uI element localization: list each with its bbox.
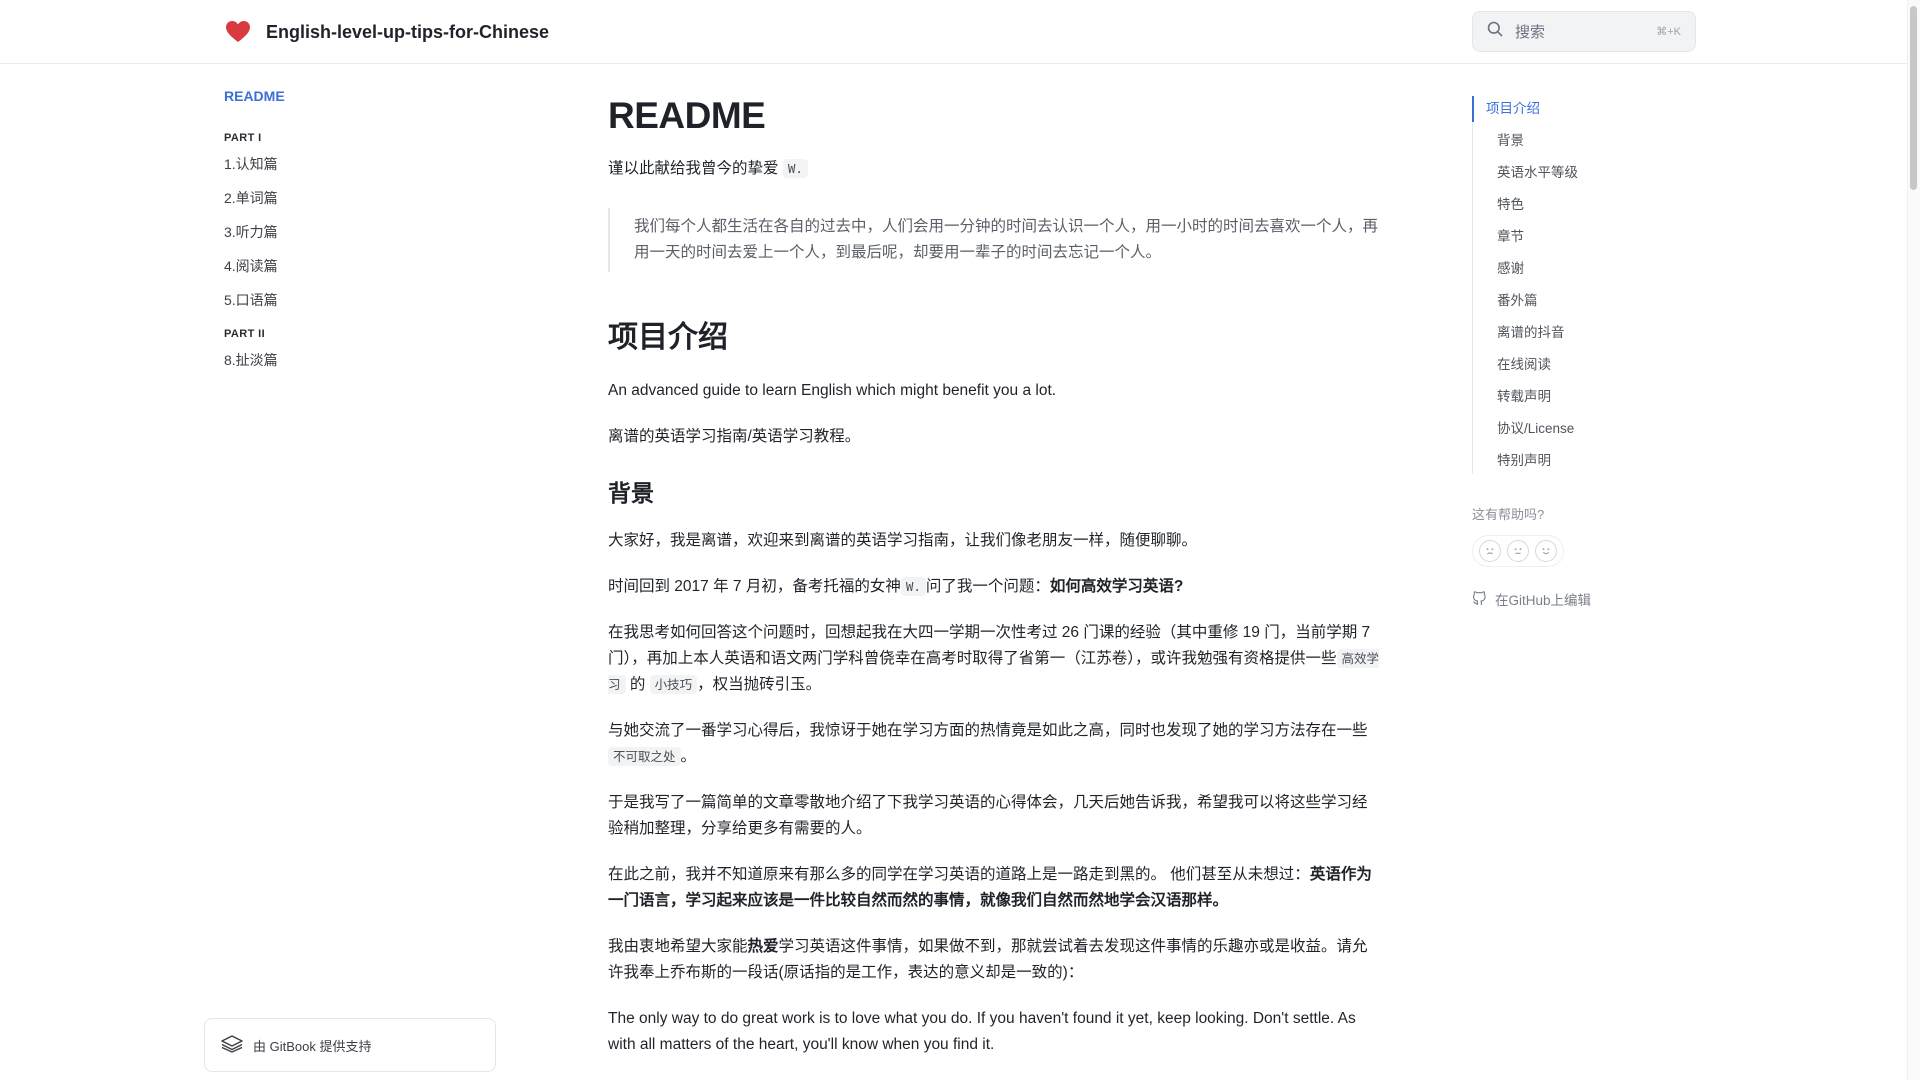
intro-english: An advanced guide to learn English which… <box>608 382 1057 399</box>
toc-item-license[interactable]: 协议/License <box>1473 416 1692 442</box>
toc-item-douyin[interactable]: 离谱的抖音 <box>1473 320 1692 346</box>
vertical-scrollbar[interactable] <box>1907 0 1920 1080</box>
dedication-text: 谨以此献给我曾今的挚爱 <box>608 160 779 177</box>
helpful-prompt: 这有帮助吗? <box>1472 507 1545 522</box>
brand[interactable]: English-level-up-tips-for-Chinese <box>224 15 549 49</box>
toc-item-thanks[interactable]: 感谢 <box>1473 256 1692 282</box>
toc-item-chapters[interactable]: 章节 <box>1473 224 1692 250</box>
toc-item-special-notice[interactable]: 特别声明 <box>1473 448 1692 474</box>
sidebar-item-vocabulary[interactable]: 2.单词篇 <box>224 188 494 208</box>
dedication: 谨以此献给我曾今的挚爱 W. <box>608 156 1380 182</box>
toc-item-levels[interactable]: 英语水平等级 <box>1473 160 1692 186</box>
text-span: 。 <box>680 748 697 765</box>
text-span: ，权当抛砖引玉。 <box>697 676 822 693</box>
sad-face-icon[interactable] <box>1479 540 1501 562</box>
heart-icon <box>224 18 252 46</box>
sidebar-item-readme[interactable]: README <box>224 86 494 106</box>
inline-code: W. <box>900 577 926 596</box>
edit-on-github-link[interactable]: 在GitHub上编辑 <box>1472 589 1692 609</box>
paragraph: 在此之前，我并不知道原来有那么多的同学在学习英语的道路上是一路走到黑的。 他们甚… <box>608 862 1380 914</box>
sidebar-item-speaking[interactable]: 5.口语篇 <box>224 290 494 310</box>
edit-label: 在GitHub上编辑 <box>1495 593 1592 608</box>
toc-item-background[interactable]: 背景 <box>1473 128 1692 154</box>
github-icon <box>1472 590 1487 608</box>
paragraph: 我由衷地希望大家能热爱学习英语这件事情，如果做不到，那就尝试着去发现这件事情的乐… <box>608 934 1380 986</box>
neutral-face-icon[interactable] <box>1507 540 1529 562</box>
section-heading-intro: 项目介绍 <box>608 321 728 354</box>
section-heading-background: 背景 <box>608 480 654 506</box>
inline-code: 小技巧 <box>649 675 698 694</box>
happy-face-icon[interactable] <box>1535 540 1557 562</box>
paragraph: 在我思考如何回答这个问题时，回想起我在大四一学期一次性考过 26 门课的经验（其… <box>608 620 1380 698</box>
toc-list: 项目介绍 背景 英语水平等级 特色 章节 感谢 番外篇 离谱的抖音 在线阅读 转… <box>1472 96 1692 474</box>
paragraph: 大家好，我是离谱，欢迎来到离谱的英语学习指南，让我们像老朋友一样，随便聊聊。 <box>608 532 1198 549</box>
main-content: README 谨以此献给我曾今的挚爱 W. 我们每个人都生活在各自的过去中，人们… <box>608 92 1380 1078</box>
sidebar-item-chitchat[interactable]: 8.扯淡篇 <box>224 350 494 370</box>
bold-text: 热爱 <box>747 938 779 955</box>
intro-chinese: 离谱的英语学习指南/英语学习教程。 <box>608 428 861 445</box>
toc-item-intro[interactable]: 项目介绍 <box>1472 96 1692 122</box>
search-icon <box>1487 21 1503 42</box>
search-input[interactable]: 搜索 ⌘+K <box>1472 11 1696 52</box>
text-span: 在我思考如何回答这个问题时，回想起我在大四一学期一次性考过 26 门课的经验（其… <box>608 624 1371 667</box>
text-span: 问了我一个问题： <box>925 578 1050 595</box>
sidebar-section-part-2: PART II 8.扯淡篇 <box>224 328 494 370</box>
search-placeholder: 搜索 <box>1515 24 1546 41</box>
sidebar-item-reading[interactable]: 4.阅读篇 <box>224 256 494 276</box>
quote-text: 我们每个人都生活在各自的过去中，人们会用一分钟的时间去认识一个人，用一小时的时间… <box>634 218 1379 261</box>
bold-text: 如何高效学习英语? <box>1049 578 1184 595</box>
page-title: README <box>608 95 766 136</box>
sidebar-section-title: PART II <box>224 328 266 340</box>
sidebar-item-listening[interactable]: 3.听力篇 <box>224 222 494 242</box>
search-shortcut: ⌘+K <box>1656 26 1681 38</box>
paragraph: The only way to do great work is to love… <box>608 1010 1356 1053</box>
toc-item-reprint[interactable]: 转载声明 <box>1473 384 1692 410</box>
toc-item-online-reading[interactable]: 在线阅读 <box>1473 352 1692 378</box>
text-span: 与她交流了一番学习心得后，我惊讶于她在学习方面的热情竟是如此之高，同时也发现了她… <box>608 722 1368 739</box>
toc-item-extras[interactable]: 番外篇 <box>1473 288 1692 314</box>
site-title[interactable]: English-level-up-tips-for-Chinese <box>266 22 549 43</box>
paragraph: 时间回到 2017 年 7 月初，备考托福的女神 W. 问了我一个问题：如何高效学习… <box>608 574 1380 600</box>
gitbook-icon <box>221 1034 243 1056</box>
sidebar-section-part-1: PART I 1.认知篇 2.单词篇 3.听力篇 4.阅读篇 5.口语篇 <box>224 132 494 310</box>
inline-code: 不可取之处 <box>608 747 681 766</box>
text-span: 时间回到 2017 年 7 月初，备考托福的女神 <box>608 578 901 595</box>
scrollbar-thumb[interactable] <box>1910 6 1917 190</box>
powered-by-gitbook-button[interactable]: 由 GitBook 提供支持 <box>204 1018 496 1072</box>
inline-code: W. <box>782 159 808 178</box>
sidebar-item-cognition[interactable]: 1.认知篇 <box>224 154 494 174</box>
paragraph: 于是我写了一篇简单的文章零散地介绍了下我学习英语的心得体会，几天后她告诉我，希望… <box>608 794 1368 837</box>
text-span: 我由衷地希望大家能 <box>608 938 748 955</box>
table-of-contents: 项目介绍 背景 英语水平等级 特色 章节 感谢 番外篇 离谱的抖音 在线阅读 转… <box>1472 96 1692 609</box>
sidebar-nav: README PART I 1.认知篇 2.单词篇 3.听力篇 4.阅读篇 5.… <box>224 86 494 388</box>
text-span: 在此之前，我并不知道原来有那么多的同学在学习英语的道路上是一路走到黑的。 他们甚… <box>608 866 1310 883</box>
powered-by-label: 由 GitBook 提供支持 <box>253 1038 372 1054</box>
paragraph: 与她交流了一番学习心得后，我惊讶于她在学习方面的热情竟是如此之高，同时也发现了她… <box>608 718 1380 770</box>
top-bar: English-level-up-tips-for-Chinese 搜索 ⌘+K <box>0 0 1920 64</box>
blockquote: 我们每个人都生活在各自的过去中，人们会用一分钟的时间去认识一个人，用一小时的时间… <box>608 208 1380 272</box>
text-span: 的 <box>629 676 646 693</box>
toc-item-features[interactable]: 特色 <box>1473 192 1692 218</box>
sidebar-section-title: PART I <box>224 132 262 144</box>
feedback-rating <box>1472 535 1564 567</box>
